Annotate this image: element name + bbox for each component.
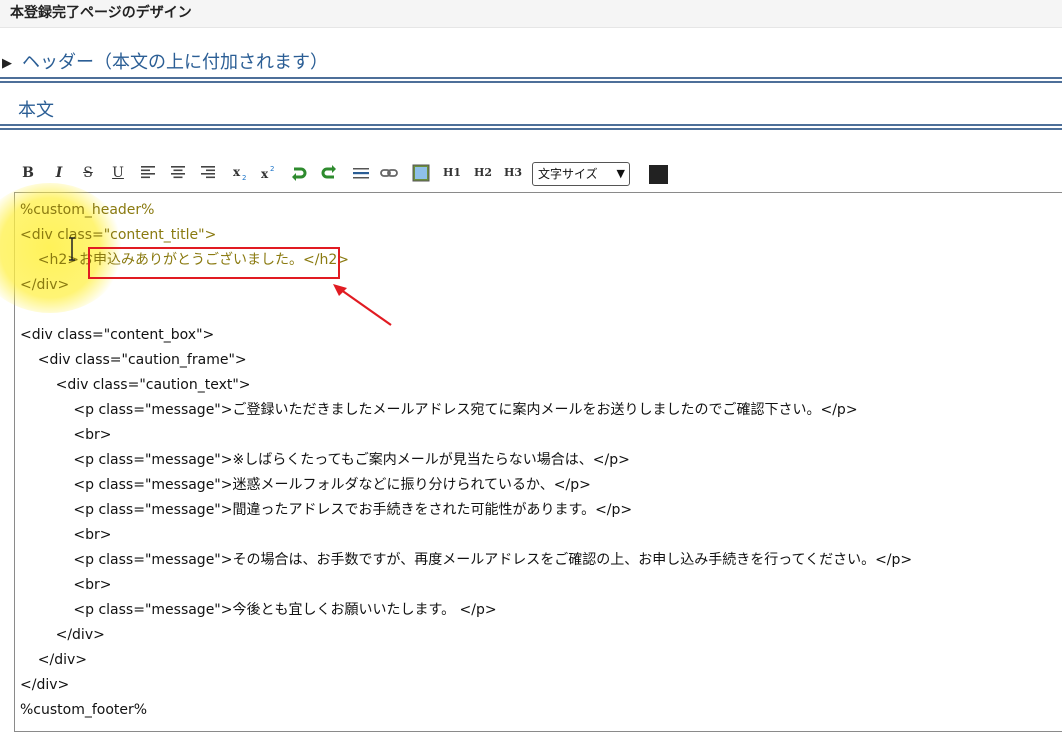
- subscript-icon: x 2: [233, 165, 246, 182]
- svg-text:x: x: [233, 165, 241, 179]
- redo-arrow-icon: [321, 165, 336, 179]
- svg-text:2: 2: [270, 165, 274, 173]
- code-line: %custom_footer%: [20, 702, 148, 718]
- code-line: <div class="caution_text">: [20, 377, 251, 393]
- text-color-swatch[interactable]: [649, 165, 668, 184]
- code-line: <h2>お申込みありがとうございました。</h2>: [20, 252, 349, 268]
- code-line: <div class="content_box">: [20, 327, 215, 343]
- italic-button[interactable]: I: [52, 158, 66, 188]
- code-line: <div class="content_title">: [20, 227, 217, 243]
- heading1-button[interactable]: H1: [442, 158, 462, 188]
- code-line: </div>: [20, 652, 88, 668]
- undo-arrow-icon: [292, 167, 307, 181]
- code-line: <p class="message">間違ったアドレスでお手続きをされた可能性が…: [20, 502, 633, 518]
- code-line: %custom_header%: [20, 202, 155, 218]
- section-divider: [0, 124, 1062, 130]
- heading3-button[interactable]: H3: [503, 158, 523, 188]
- code-line: <p class="message">※しばらくたってもご案内メールが見当たらな…: [20, 452, 630, 468]
- strikethrough-button[interactable]: S: [80, 158, 96, 188]
- align-left-icon: [141, 166, 155, 179]
- code-line: <br>: [20, 527, 112, 543]
- undo-button[interactable]: [290, 158, 310, 188]
- code-line: <p class="message">ご登録いただきましたメールアドレス宛てに案…: [20, 402, 858, 418]
- code-line: </div>: [20, 277, 70, 293]
- chevron-down-icon: ▼: [616, 167, 625, 180]
- superscript-button[interactable]: x 2: [260, 158, 278, 188]
- align-center-button[interactable]: [170, 158, 188, 188]
- svg-text:x: x: [261, 167, 269, 181]
- horizontal-rule-icon: [353, 168, 369, 179]
- align-right-button[interactable]: [200, 158, 218, 188]
- html-source-editor[interactable]: %custom_header% <div class="content_titl…: [0, 183, 1062, 732]
- code-line: <div class="caution_frame">: [20, 352, 247, 368]
- expand-triangle-icon: ▶: [2, 56, 12, 71]
- annotation-arrow-icon: [333, 284, 392, 326]
- align-right-icon: [201, 166, 215, 179]
- underline-button[interactable]: U: [110, 158, 126, 188]
- font-size-select[interactable]: 文字サイズ ▼: [532, 162, 630, 186]
- section-divider: [0, 77, 1062, 83]
- bold-button[interactable]: B: [20, 158, 36, 188]
- code-line: <p class="message">今後とも宜しくお願いいたします。 </p>: [20, 602, 497, 618]
- heading2-button[interactable]: H2: [473, 158, 493, 188]
- code-line: <p class="message">迷惑メールフォルダなどに振り分けられている…: [20, 477, 591, 493]
- align-left-button[interactable]: [140, 158, 158, 188]
- link-chain-icon: [380, 169, 398, 177]
- page-title: 本登録完了ページのデザイン: [0, 0, 1062, 28]
- code-line: <br>: [20, 577, 112, 593]
- align-center-icon: [171, 166, 185, 179]
- insert-link-button[interactable]: [380, 158, 400, 188]
- subscript-button[interactable]: x 2: [232, 158, 250, 188]
- redo-button[interactable]: [320, 158, 340, 188]
- code-line: <br>: [20, 427, 112, 443]
- horizontal-rule-button[interactable]: [352, 158, 372, 188]
- code-line: <p class="message">その場合は、お手数ですが、再度メールアドレ…: [20, 552, 913, 568]
- image-icon: [412, 164, 430, 182]
- insert-image-button[interactable]: [412, 158, 432, 188]
- code-line: </div>: [20, 677, 70, 693]
- code-line: </div>: [20, 627, 105, 643]
- font-size-select-value: 文字サイズ: [538, 167, 598, 181]
- editor-toolbar: B I S U x 2 x 2 H1 H2 H3 文字サイズ ▼: [18, 158, 1058, 190]
- superscript-icon: x 2: [261, 165, 274, 181]
- body-section-label: 本文: [18, 100, 54, 121]
- header-section-label: ヘッダー（本文の上に付加されます）: [22, 52, 328, 73]
- svg-text:2: 2: [242, 174, 246, 182]
